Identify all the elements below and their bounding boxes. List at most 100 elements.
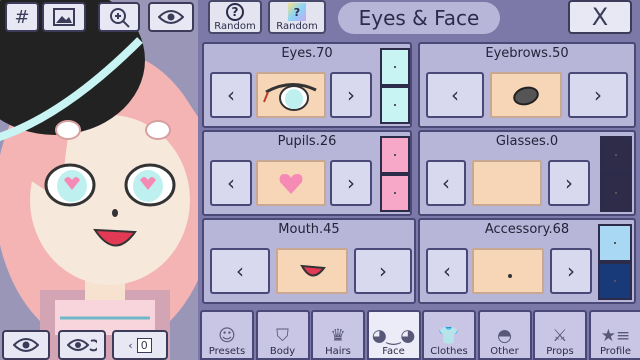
accessory-prev-button[interactable]: ‹ <box>426 248 468 294</box>
hash-icon: # <box>14 6 30 28</box>
tab-label: Props <box>546 346 574 357</box>
accessory-next-button[interactable]: › <box>550 248 592 294</box>
hide-ui-button[interactable] <box>148 2 194 32</box>
eyebrows-preview <box>490 72 562 118</box>
tab-label: Face <box>382 346 405 357</box>
chevron-left-icon[interactable]: ‹ <box>128 339 132 352</box>
mouth-label: Mouth.45 <box>278 222 340 237</box>
mouth-next-button[interactable]: › <box>354 248 412 294</box>
tab-body[interactable]: ⛉ Body <box>255 310 310 360</box>
heart-icon <box>279 174 303 194</box>
chevron-right-icon: › <box>594 83 602 107</box>
eyebrow-style-icon <box>513 86 539 106</box>
eyes-card: Eyes.70 ‹ › <box>202 42 412 128</box>
chevron-left-icon: ‹ <box>443 259 451 283</box>
accessory-color-1[interactable] <box>598 224 632 262</box>
chevron-left-icon: ‹ <box>442 171 450 195</box>
tab-label: Profile <box>599 346 632 357</box>
glasses-next-button[interactable]: › <box>548 160 590 206</box>
image-icon <box>53 8 75 26</box>
eyebrows-label: Eyebrows.50 <box>485 46 569 61</box>
eyes-prev-button[interactable]: ‹ <box>210 72 252 118</box>
sword-icon: ⚔ <box>552 326 568 346</box>
mouth-card: Mouth.45 ‹ › <box>202 218 416 304</box>
tab-label: Hairs <box>325 346 351 357</box>
eyebrows-prev-button[interactable]: ‹ <box>426 72 484 118</box>
layer-counter: 0 <box>136 337 152 353</box>
random-color-button-label: Random <box>276 21 318 32</box>
grid-toggle-button[interactable]: # <box>5 2 39 32</box>
background-button[interactable] <box>42 2 86 32</box>
tab-label: Clothes <box>430 346 468 357</box>
random-button-label: Random <box>214 21 256 32</box>
cap-icon: ◓ <box>497 326 512 346</box>
shirt-icon: 👕 <box>438 326 460 346</box>
glasses-preview <box>472 160 542 206</box>
chevron-left-icon: ‹ <box>227 83 235 107</box>
pupils-prev-button[interactable]: ‹ <box>210 160 252 206</box>
accessory-card: Accessory.68 ‹ › <box>418 218 636 304</box>
close-button[interactable]: X <box>568 0 632 34</box>
profile-icon: ★≡ <box>600 326 631 346</box>
tab-label: Other <box>490 346 519 357</box>
chevron-left-icon: ‹ <box>236 259 244 283</box>
hair-icon: ♛ <box>330 326 346 346</box>
glasses-prev-button[interactable]: ‹ <box>426 160 466 206</box>
chevron-right-icon: › <box>567 259 575 283</box>
zoom-button[interactable] <box>98 2 140 32</box>
panel-title: Eyes & Face <box>338 2 500 34</box>
character-illustration <box>0 0 200 360</box>
layer-stepper[interactable]: ‹ 0 <box>112 330 168 360</box>
tab-face[interactable]: ◕‿◕ Face <box>366 310 421 360</box>
question-icon: ? <box>226 3 244 21</box>
accessory-color-2[interactable] <box>598 262 632 300</box>
tab-hairs[interactable]: ♛ Hairs <box>311 310 365 360</box>
eye-style-icon <box>263 83 317 111</box>
chevron-right-icon: › <box>379 259 387 283</box>
eye-icon <box>158 10 184 24</box>
character-preview[interactable]: # ‹ 0 <box>0 0 200 360</box>
eyes-preview <box>256 72 326 118</box>
jacket-icon: ⛉ <box>276 326 289 346</box>
tab-presets[interactable]: ☺ Presets <box>200 310 254 360</box>
glasses-color-1[interactable] <box>600 136 632 174</box>
accessory-preview <box>472 248 544 294</box>
eyes-color-1[interactable] <box>380 48 410 86</box>
glasses-card: Glasses.0 ‹ › <box>418 130 636 216</box>
random-color-button[interactable]: ? Random <box>268 0 326 34</box>
tab-profile[interactable]: ★≡ Profile <box>588 310 640 360</box>
chevron-right-icon: › <box>347 171 355 195</box>
pupils-color-1[interactable] <box>380 136 410 174</box>
eyes-next-button[interactable]: › <box>330 72 372 118</box>
pupils-card: Pupils.26 ‹ › <box>202 130 412 216</box>
chevron-right-icon: › <box>565 171 573 195</box>
eyebrows-card: Eyebrows.50 ‹ › <box>418 42 636 128</box>
close-icon: X <box>591 3 609 31</box>
mouth-style-icon <box>300 264 326 277</box>
eye-reset-button[interactable] <box>58 330 106 360</box>
random-button[interactable]: ? Random <box>208 0 262 34</box>
tab-clothes[interactable]: 👕 Clothes <box>422 310 476 360</box>
tab-props[interactable]: ⚔ Props <box>533 310 587 360</box>
chevron-right-icon: › <box>347 83 355 107</box>
tab-label: Presets <box>208 346 246 357</box>
eye-icon <box>13 338 39 352</box>
eyes-color-2[interactable] <box>380 86 410 124</box>
zoom-in-icon <box>110 8 130 28</box>
eye-view-button[interactable] <box>2 330 50 360</box>
mouth-preview <box>276 248 348 294</box>
color-question-icon: ? <box>288 3 306 21</box>
pupils-color-2[interactable] <box>380 174 410 212</box>
glasses-color-2[interactable] <box>600 174 632 212</box>
pupils-next-button[interactable]: › <box>330 160 372 206</box>
face-icon: ◕‿◕ <box>371 326 416 346</box>
editor-panel: ? Random ? Random Eyes & Face X Eyes.70 … <box>198 0 640 360</box>
tab-other[interactable]: ◓ Other <box>477 310 532 360</box>
mouth-prev-button[interactable]: ‹ <box>210 248 270 294</box>
eye-refresh-icon <box>67 339 97 352</box>
tab-label: Body <box>269 346 296 357</box>
pupils-preview <box>256 160 326 206</box>
category-tabs: ☺ Presets ⛉ Body ♛ Hairs ◕‿◕ Face 👕 Clothes ◓ Other… <box>198 310 640 360</box>
eyebrows-next-button[interactable]: › <box>568 72 628 118</box>
mole-icon <box>508 274 512 278</box>
